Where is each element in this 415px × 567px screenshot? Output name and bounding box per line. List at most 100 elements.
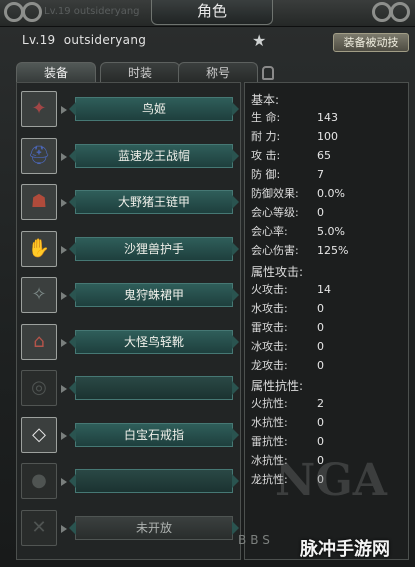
equipment-name-plate[interactable]: 未开放 (69, 515, 239, 540)
favorite-star-icon[interactable]: ★ (252, 31, 266, 50)
stat-label: 防御效果: (251, 187, 299, 200)
slot-pointer-icon (61, 524, 67, 533)
slot-pointer-icon (61, 106, 67, 114)
stat-line: 生 命: 143 (251, 109, 401, 126)
equipment-slot-row[interactable]: ⌂ 大怪鸟轻靴 (17, 320, 240, 364)
site-watermark: 脉冲手游网 (300, 539, 390, 560)
equipment-slot-row[interactable]: ⛑ 蓝速龙王战帽 (17, 134, 240, 178)
character-level-name: Lv.19 outsideryang (22, 33, 146, 47)
stat-value: 0 (317, 321, 324, 334)
bbs-watermark: BBS (238, 533, 274, 547)
chest-armor-icon[interactable]: ☗ (21, 184, 57, 220)
window-title: 角色 (151, 0, 273, 25)
element-resist-header: 属性抗性: (251, 379, 304, 393)
equipment-slot-row[interactable]: ✋ 沙狸兽护手 (17, 227, 240, 271)
stat-value: 0 (317, 302, 324, 315)
bird-mask-icon[interactable]: ✦ (21, 91, 57, 127)
stat-line: 水抗性: 0 (251, 414, 401, 431)
equipment-name-plate[interactable] (69, 469, 239, 493)
stat-value: 7 (317, 168, 324, 181)
slot-pointer-icon (61, 431, 67, 440)
equipment-panel: ✦ 鸟姬 ⛑ 蓝速龙王战帽 ☗ 大野猪王链甲 ✋ 沙狸兽护手 ✧ 鬼狩蛛裙甲 ⌂ 大怪鸟轻靴 ◎ ◇ 白宝石… (16, 82, 241, 560)
pouch-slot-icon[interactable]: ● (21, 463, 57, 499)
tab-fashion[interactable]: 时装 (100, 62, 180, 83)
title-bar: Lv.19 outsideryang 角色 (0, 0, 415, 27)
equipment-name-plate[interactable] (69, 376, 239, 400)
equipment-name-plate[interactable]: 沙狸兽护手 (69, 236, 239, 261)
equipment-slot-row[interactable]: ● (17, 459, 240, 503)
waist-armor-icon[interactable]: ✧ (21, 277, 57, 313)
basic-stats-header: 基本: (251, 93, 280, 107)
stat-line: 冰攻击: 0 (251, 338, 401, 355)
stat-value: 125% (317, 244, 349, 257)
equip-passive-skill-button[interactable]: 装备被动技 (333, 33, 409, 52)
stat-line: 火攻击: 14 (251, 281, 401, 298)
scroll-ornament-icon (4, 0, 44, 26)
stat-line: 雷抗性: 0 (251, 433, 401, 450)
equipment-name-plate[interactable]: 大怪鸟轻靴 (69, 329, 239, 354)
stat-value: 0 (317, 416, 324, 429)
equipment-slot-row[interactable]: ◇ 白宝石戒指 (17, 413, 240, 457)
stat-line: 会心伤害: 125% (251, 242, 401, 259)
stat-label: 会心等级: (251, 206, 299, 219)
nga-watermark: NGA (275, 455, 387, 506)
stat-line: 雷攻击: 0 (251, 319, 401, 336)
stat-value: 0.0% (317, 187, 345, 200)
stat-value: 143 (317, 111, 338, 124)
boots-icon[interactable]: ⌂ (21, 323, 57, 360)
slot-pointer-icon (61, 385, 67, 393)
equipment-name-plate[interactable]: 大野猪王链甲 (69, 190, 239, 214)
stat-line: 火抗性: 2 (251, 395, 401, 412)
stat-line: 水攻击: 0 (251, 300, 401, 317)
stat-label: 耐 力: (251, 130, 281, 143)
stat-label: 水抗性: (251, 416, 288, 429)
stat-line: 耐 力: 100 (251, 128, 401, 145)
locked-slot-icon[interactable]: ✕ (21, 509, 57, 546)
stat-label: 火攻击: (251, 283, 288, 296)
stat-value: 2 (317, 397, 324, 410)
stat-line: 防 御: 7 (251, 166, 401, 183)
equipment-name-plate[interactable]: 鬼狩蛛裙甲 (69, 283, 239, 307)
slot-pointer-icon (61, 338, 67, 347)
equipment-name-plate[interactable]: 白宝石戒指 (69, 422, 239, 447)
equipment-slot-row[interactable]: ☗ 大野猪王链甲 (17, 180, 240, 224)
stat-label: 会心率: (251, 225, 288, 238)
gauntlet-icon[interactable]: ✋ (21, 230, 57, 267)
stat-label: 冰攻击: (251, 340, 288, 353)
stat-label: 生 命: (251, 111, 281, 124)
stat-value: 0 (317, 340, 324, 353)
stat-line: 防御效果: 0.0% (251, 185, 401, 202)
tab-title[interactable]: 称号 (178, 62, 258, 83)
background-title-text: Lv.19 outsideryang (44, 6, 140, 17)
slot-pointer-icon (61, 478, 67, 486)
slot-pointer-icon (61, 199, 67, 207)
equipment-slot-row[interactable]: ◎ (17, 366, 240, 410)
helmet-icon[interactable]: ⛑ (21, 137, 57, 174)
diamond-ring-icon[interactable]: ◇ (21, 416, 57, 453)
empty-slot-icon[interactable]: ◎ (21, 370, 57, 406)
stat-line: 会心等级: 0 (251, 204, 401, 221)
tab-equipment[interactable]: 装备 (16, 62, 96, 83)
stat-value: 0 (317, 206, 324, 219)
stat-label: 雷攻击: (251, 321, 288, 334)
equipment-name-plate[interactable]: 蓝速龙王战帽 (69, 143, 239, 168)
stat-value: 65 (317, 149, 331, 162)
stat-line: 攻 击: 65 (251, 147, 401, 164)
character-name: outsideryang (63, 33, 147, 47)
slot-pointer-icon (61, 245, 67, 254)
character-window: Lv.19 outsideryang 角色 Lv.19 outsideryang… (0, 0, 415, 567)
equipment-name-plate[interactable]: 鸟姬 (69, 97, 239, 121)
stat-value: 0 (317, 359, 324, 372)
equipment-slot-row[interactable]: ✦ 鸟姬 (17, 87, 240, 131)
equipment-slot-row[interactable]: ✕ 未开放 (17, 506, 240, 550)
stat-value: 0 (317, 435, 324, 448)
equipment-slot-row[interactable]: ✧ 鬼狩蛛裙甲 (17, 273, 240, 317)
slot-pointer-icon (61, 292, 67, 300)
fist-icon[interactable] (262, 66, 274, 80)
scroll-ornament-icon (372, 0, 412, 26)
stat-value: 5.0% (317, 225, 345, 238)
stat-label: 防 御: (251, 168, 281, 181)
stat-label: 攻 击: (251, 149, 281, 162)
character-info-bar: Lv.19 outsideryang ★ 装备被动技 (0, 27, 415, 55)
stat-label: 火抗性: (251, 397, 288, 410)
